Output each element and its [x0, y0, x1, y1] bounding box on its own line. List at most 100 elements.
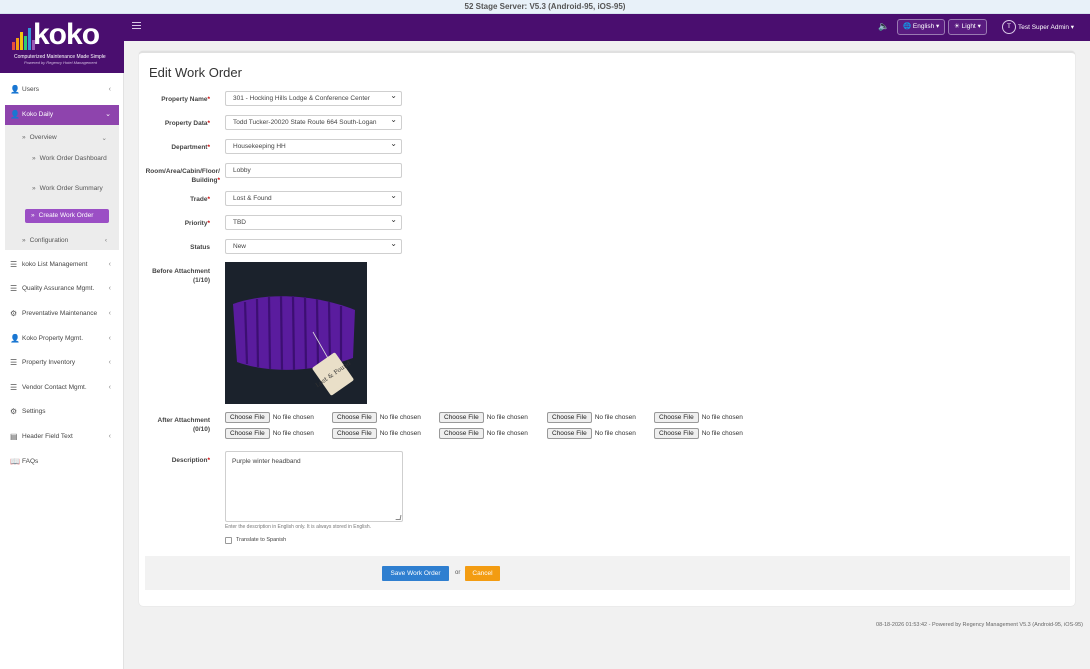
caret-down-icon: ▾ — [977, 23, 981, 30]
room-label: Room/Area/Cabin/Floor/ Building* — [145, 168, 220, 184]
sidebar-item-faqs[interactable]: 📖 FAQs — [5, 452, 119, 472]
book-icon: 📖 — [10, 457, 20, 466]
chevron-left-icon: ‹ — [108, 433, 111, 440]
user-name-label: Test Super Admin — [1018, 24, 1069, 31]
double-chevron-right-icon: » — [31, 212, 35, 219]
server-title: 52 Stage Server: V5.3 (Android-95, iOS-9… — [464, 2, 626, 11]
footer-text: 08-18-2026 01:53:42 - Powered by Regency… — [876, 622, 1083, 628]
theme-label: Light — [961, 23, 976, 30]
chevron-left-icon: ‹ — [108, 261, 111, 268]
server-banner: 52 Stage Server: V5.3 (Android-95, iOS-9… — [0, 0, 1090, 14]
sidebar-item-work-order-summary[interactable]: » Work Order Summary — [32, 184, 107, 194]
after-file-input-9[interactable]: Choose File No file chosen — [547, 428, 636, 439]
sidebar-item-vendor-contact[interactable]: ☰ Vendor Contact Mgmt. ‹ — [5, 378, 119, 398]
user-gear-icon: 👤 — [10, 334, 20, 343]
chevron-down-icon: ⌄ — [101, 135, 107, 142]
property-name-label: Property Name* — [161, 96, 210, 103]
purple-headband-photo: Lost & Found — [225, 262, 367, 404]
logo-wordmark: koko — [33, 18, 100, 51]
user-menu[interactable]: Test Super Admin ▾ — [1018, 23, 1074, 31]
sidebar-item-koko-daily[interactable]: 👤 Koko Daily ⌄ — [5, 105, 119, 125]
cancel-button[interactable]: Cancel — [465, 566, 500, 581]
sidebar-item-quality-assurance[interactable]: ☰ Quality Assurance Mgmt. ‹ — [5, 279, 119, 299]
caret-down-icon: ▾ — [1070, 24, 1075, 31]
before-attachment-image[interactable]: Lost & Found — [225, 262, 367, 404]
priority-label: Priority* — [184, 220, 210, 227]
form-action-bar — [145, 556, 1070, 590]
property-data-label: Property Data* — [164, 120, 210, 127]
sidebar-item-settings[interactable]: ⚙ Settings — [5, 402, 119, 422]
chevron-left-icon: ‹ — [108, 285, 111, 292]
after-file-input-7[interactable]: Choose File No file chosen — [332, 428, 421, 439]
sidebar-item-koko-list-management[interactable]: ☰ koko List Management ‹ — [5, 255, 119, 275]
sidebar-item-property-inventory[interactable]: ☰ Property Inventory ‹ — [5, 353, 119, 373]
save-work-order-button[interactable]: Save Work Order — [382, 566, 449, 581]
globe-icon: 🌐 — [903, 23, 912, 30]
list-check-icon: ☰ — [10, 383, 18, 392]
after-file-input-5[interactable]: Choose File No file chosen — [654, 412, 743, 423]
caret-down-icon: ▾ — [936, 23, 940, 30]
chevron-left-icon: ‹ — [108, 384, 111, 391]
avatar[interactable]: T — [1002, 20, 1016, 34]
status-select[interactable]: New — [225, 239, 402, 254]
sidebar-item-header-field-text[interactable]: ▤ Header Field Text ‹ — [5, 427, 119, 447]
sidebar-item-users[interactable]: 👤 Users ‹ — [5, 80, 119, 100]
koko-logo[interactable]: koko Computerized Maintenance Made Simpl… — [0, 14, 124, 73]
before-attachment-label: Before Attachment (1/10) — [152, 268, 210, 284]
chevron-down-icon: ⌄ — [105, 111, 111, 118]
double-chevron-right-icon: » — [22, 237, 26, 244]
sidebar-item-preventative-maintenance[interactable]: ⚙ Preventative Maintenance ‹ — [5, 304, 119, 324]
theme-dropdown[interactable]: ☀ Light ▾ — [948, 19, 987, 35]
translate-spanish-checkbox[interactable] — [225, 537, 232, 544]
after-file-input-6[interactable]: Choose File No file chosen — [225, 428, 314, 439]
user-gear-icon: 👤 — [10, 110, 20, 119]
language-label: English — [912, 23, 935, 30]
after-file-input-10[interactable]: Choose File No file chosen — [654, 428, 743, 439]
chevron-left-icon: ‹ — [108, 86, 111, 93]
logo-powered-by: Powered by Regency Hotel Management — [24, 60, 97, 65]
chevron-left-icon: ‹ — [108, 359, 111, 366]
after-file-input-1[interactable]: Choose File No file chosen — [225, 412, 314, 423]
table-icon: ▤ — [10, 432, 18, 441]
trade-select[interactable]: Lost & Found — [225, 191, 402, 206]
priority-select[interactable]: TBD — [225, 215, 402, 230]
property-name-select[interactable]: 301 - Hocking Hills Lodge & Conference C… — [225, 91, 402, 106]
after-file-input-2[interactable]: Choose File No file chosen — [332, 412, 421, 423]
property-data-select[interactable]: Todd Tucker-20020 State Route 664 South-… — [225, 115, 402, 130]
description-textarea[interactable]: Purple winter headband — [225, 451, 403, 522]
gear-icon: ⚙ — [10, 407, 18, 416]
after-file-input-4[interactable]: Choose File No file chosen — [547, 412, 636, 423]
language-dropdown[interactable]: 🌐 English ▾ — [897, 19, 946, 35]
department-select[interactable]: Housekeeping HH — [225, 139, 402, 154]
sidebar-item-work-order-dashboard[interactable]: » Work Order Dashboard — [32, 154, 107, 164]
sidebar: koko Computerized Maintenance Made Simpl… — [0, 14, 124, 669]
status-label: Status — [190, 244, 210, 251]
top-navbar: 🔈 🌐 English ▾ ☀ Light ▾ T Test Super Adm… — [124, 14, 1090, 41]
after-file-input-3[interactable]: Choose File No file chosen — [439, 412, 528, 423]
sidebar-item-overview[interactable]: » Overview ⌄ — [22, 134, 112, 142]
translate-spanish-label[interactable]: Translate to Spanish — [236, 537, 286, 543]
hamburger-menu-icon[interactable] — [132, 22, 141, 29]
sidebar-item-create-work-order[interactable]: » Create Work Order — [25, 209, 109, 223]
room-input[interactable]: Lobby — [225, 163, 402, 178]
description-text: Purple winter headband — [232, 458, 301, 465]
user-icon: 👤 — [10, 85, 20, 94]
after-file-input-8[interactable]: Choose File No file chosen — [439, 428, 528, 439]
trade-label: Trade* — [190, 196, 210, 203]
list-check-icon: ☰ — [10, 284, 18, 293]
double-chevron-right-icon: » — [32, 155, 36, 162]
double-chevron-right-icon: » — [22, 134, 26, 141]
or-separator: or — [455, 570, 461, 576]
sidebar-item-configuration[interactable]: » Configuration ‹ — [22, 237, 112, 244]
chevron-left-icon: ‹ — [104, 237, 107, 244]
page-title: Edit Work Order — [149, 65, 242, 80]
double-chevron-right-icon: » — [32, 185, 36, 192]
speaker-mute-icon[interactable]: 🔈 — [878, 21, 889, 32]
resize-handle-icon[interactable] — [395, 515, 402, 520]
after-attachment-label: After Attachment (0/10) — [157, 417, 211, 433]
description-help-text: Enter the description in English only. I… — [225, 524, 372, 530]
chevron-left-icon: ‹ — [108, 310, 111, 317]
description-label: Description* — [171, 457, 210, 464]
equalizer-logo-icon — [12, 26, 35, 50]
sidebar-item-koko-property-mgmt[interactable]: 👤 Koko Property Mgmt. ‹ — [5, 329, 119, 349]
